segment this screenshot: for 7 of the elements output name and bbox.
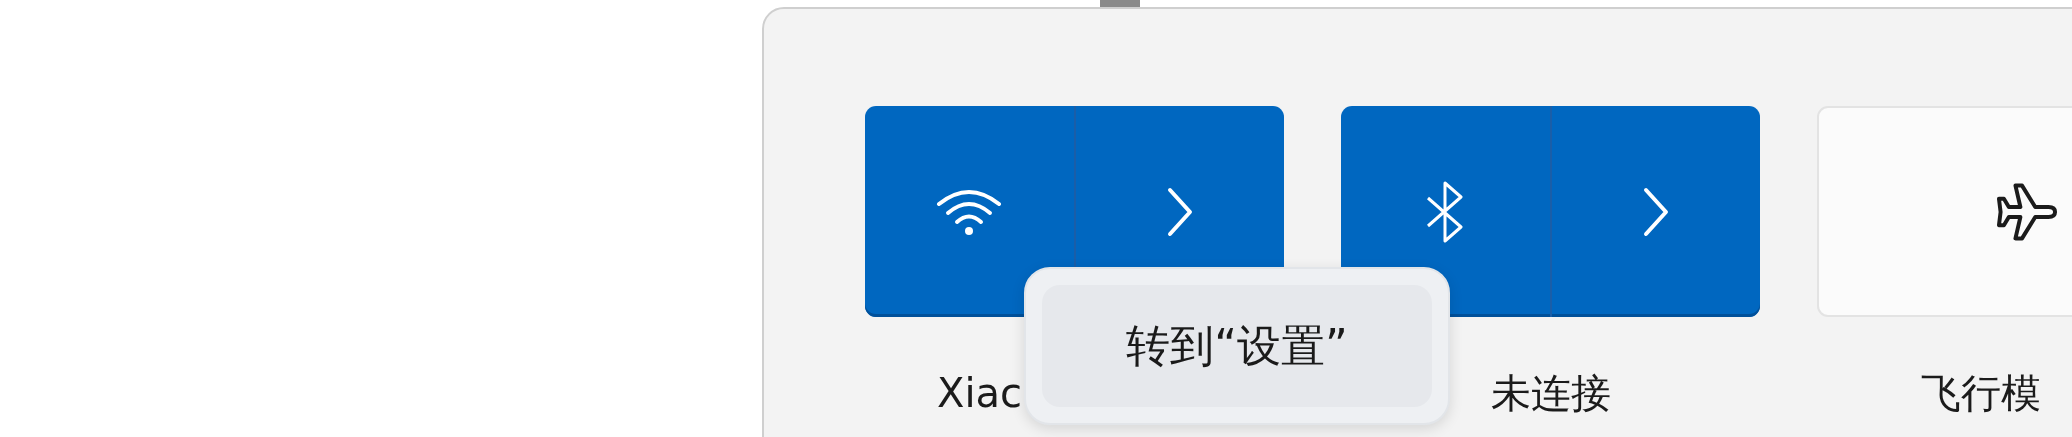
tile-label: 飞行模 [1920, 369, 2042, 417]
chevron-icon [1641, 185, 1670, 238]
tile-label: Xiac [936, 369, 1024, 417]
tooltip-text: 转到“设置” [1126, 318, 1348, 373]
wifi-icon [935, 187, 1004, 236]
tile-label: 未连接 [1489, 369, 1612, 417]
chevron-icon [1165, 185, 1194, 238]
